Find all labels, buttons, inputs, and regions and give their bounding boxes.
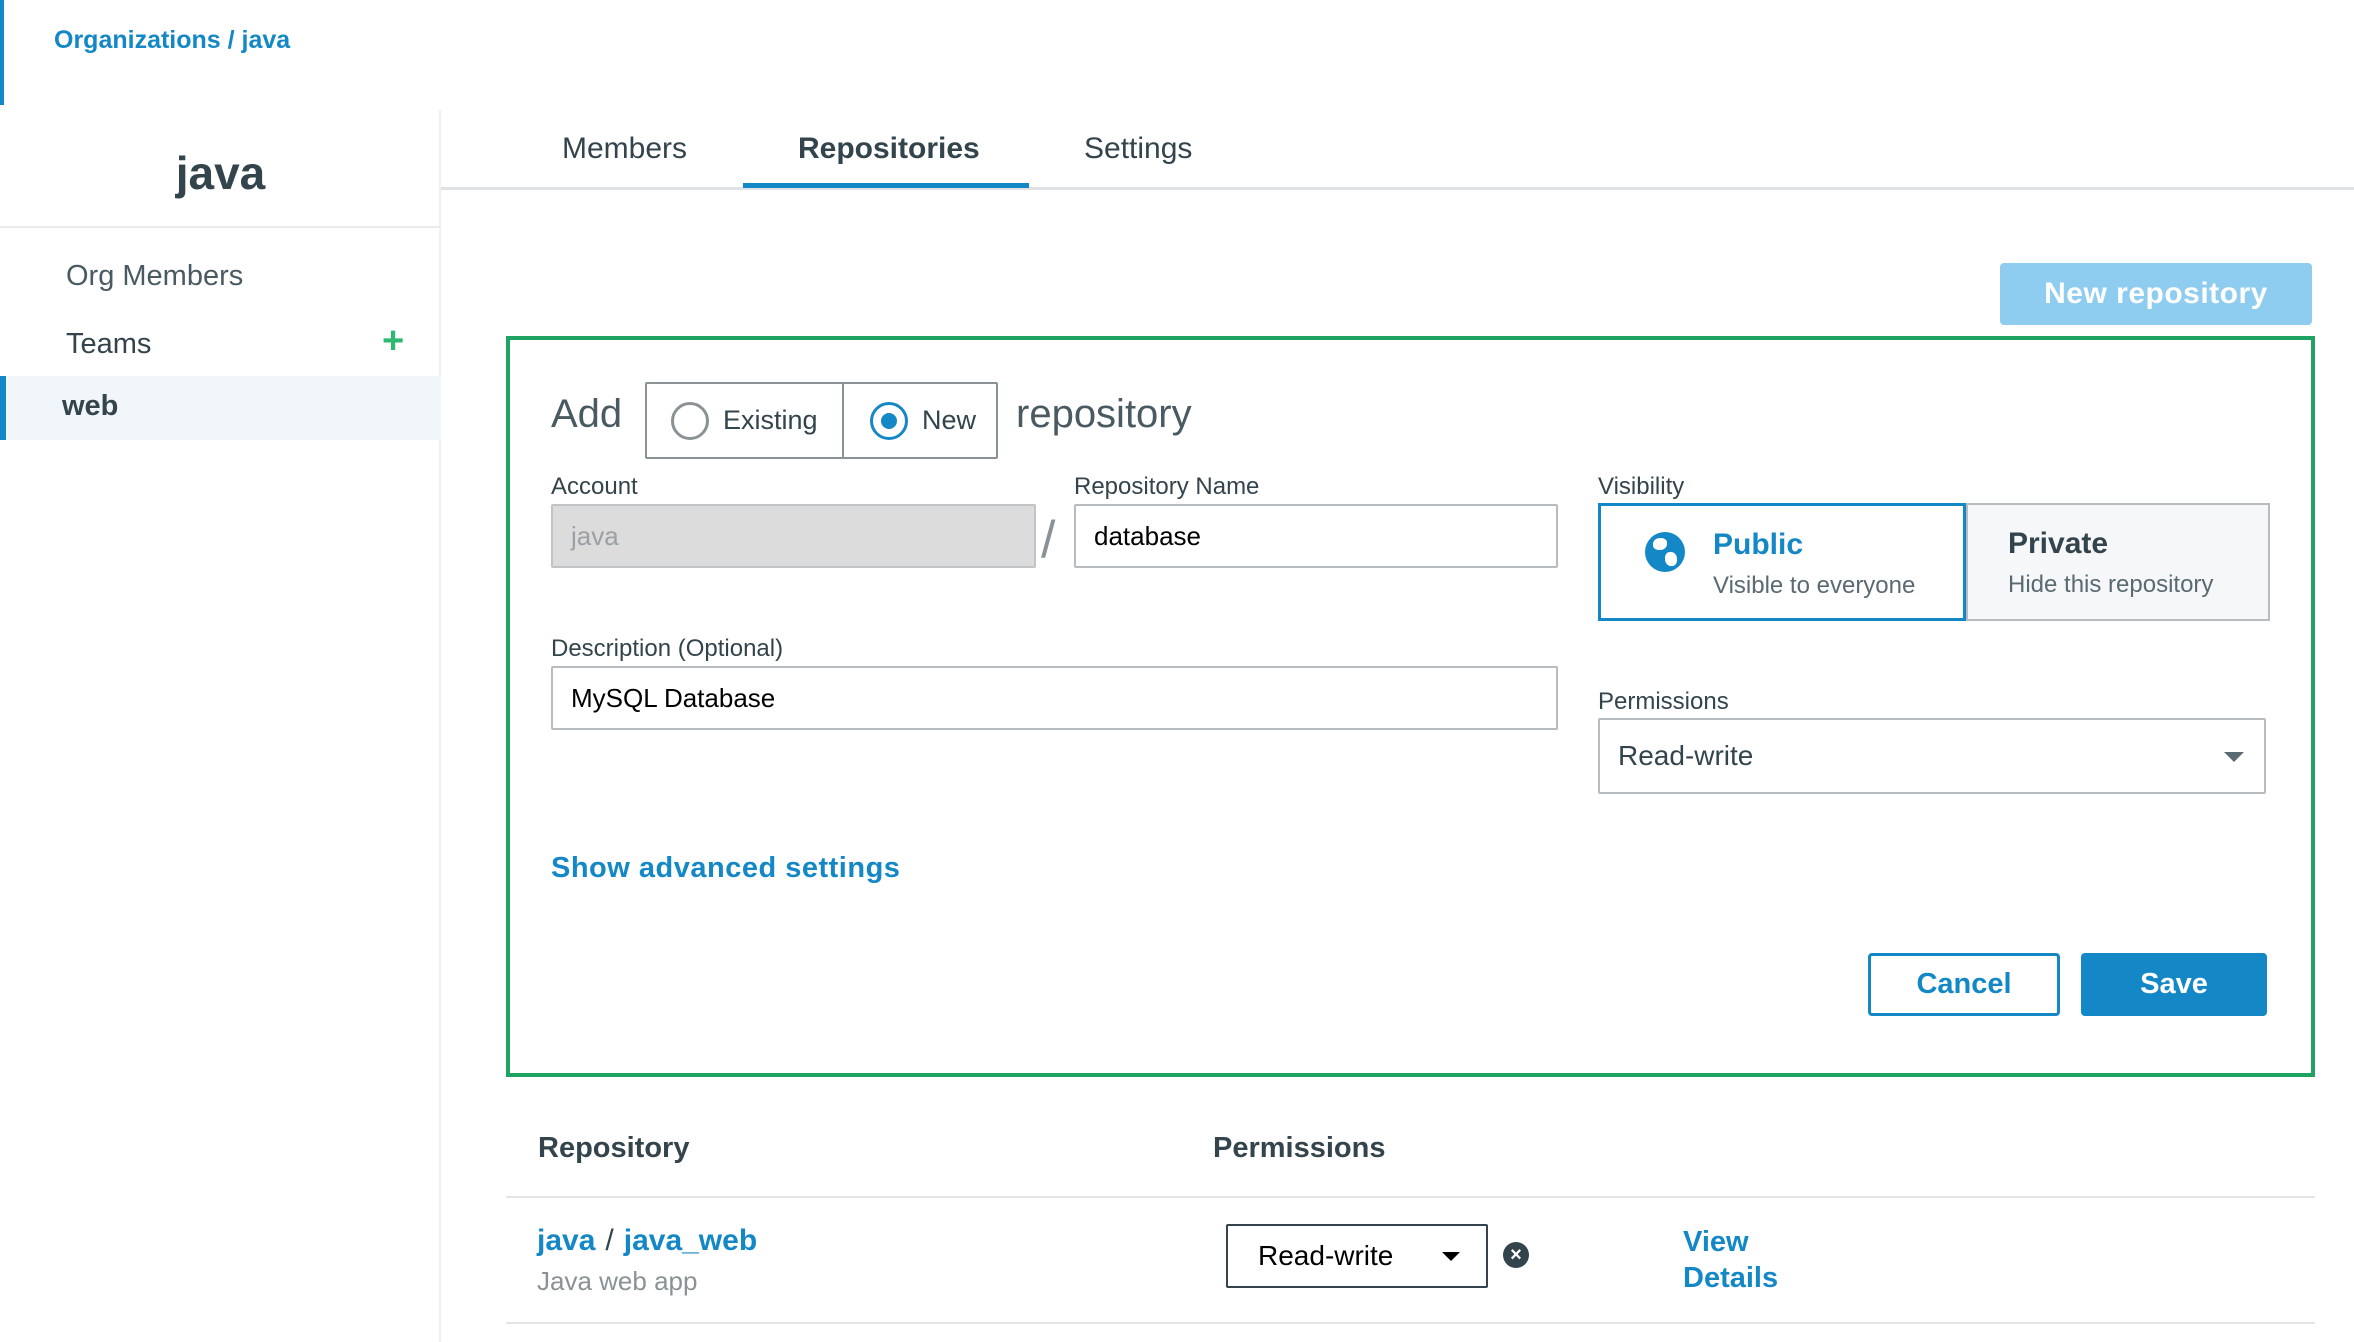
repository-name-input[interactable]: database [1074,504,1558,568]
new-radio-option[interactable]: New [870,384,976,457]
description-input[interactable]: MySQL Database [551,666,1558,730]
sidebar-item-label: web [62,390,119,422]
breadcrumb: Organizations / java [54,26,290,55]
sidebar-item-org-members[interactable]: Org Members [66,260,243,293]
column-header-repository: Repository [538,1132,690,1164]
breadcrumb-organizations-link[interactable]: Organizations [54,26,221,54]
repository-word: repository [1016,392,1192,436]
view-details-link[interactable]: View Details [1683,1224,1803,1296]
repository-separator: / [605,1224,614,1257]
visibility-public-option[interactable]: Public Visible to everyone [1598,503,1966,621]
sidebar-item-web[interactable]: web [0,376,441,440]
globe-icon [1645,532,1685,572]
tab-members[interactable]: Members [562,132,687,166]
org-title: java [175,147,266,199]
tab-repositories[interactable]: Repositories [798,132,980,166]
chevron-down-icon [2224,752,2244,762]
existing-label: Existing [723,405,818,435]
row-permissions-select[interactable]: Read-write [1226,1224,1488,1288]
segment-divider [842,384,844,457]
visibility-label: Visibility [1598,473,1685,500]
repository-mode-toggle: Existing New [645,382,998,459]
table-divider [506,1196,2315,1198]
sidebar: java Org Members Teams + web [0,110,441,1342]
row-permissions-value: Read-write [1258,1240,1394,1271]
breadcrumb-separator: / [227,26,235,54]
permissions-select[interactable]: Read-write [1598,718,2266,794]
cancel-button[interactable]: Cancel [1868,953,2060,1016]
account-label: Account [551,473,638,500]
radio-checked-icon [870,401,908,440]
visibility-private-option[interactable]: Private Hide this repository [1966,503,2270,621]
remove-icon[interactable]: × [1503,1242,1529,1268]
new-label: New [922,405,977,435]
sidebar-divider [0,226,441,228]
sidebar-item-teams[interactable]: Teams [66,328,151,361]
existing-radio-option[interactable]: Existing [671,384,818,457]
repository-name-link[interactable]: java_web [624,1224,757,1257]
repository-name-label: Repository Name [1074,473,1260,500]
show-advanced-settings-link[interactable]: Show advanced settings [551,852,900,885]
permissions-value: Read-write [1618,740,1754,771]
description-label: Description (Optional) [551,635,784,662]
add-team-plus-icon[interactable]: + [382,322,408,360]
public-subtitle: Visible to everyone [1713,572,1916,599]
repository-description: Java web app [537,1266,698,1296]
repository-namespace-link[interactable]: java [537,1224,595,1257]
account-field: java [551,504,1036,568]
table-divider [506,1322,2315,1324]
breadcrumb-current[interactable]: java [242,26,291,54]
tab-bar: Members Repositories Settings [441,110,2354,190]
account-separator: / [1041,511,1056,569]
chevron-down-icon [1442,1252,1460,1261]
private-subtitle: Hide this repository [2008,571,2214,598]
active-tab-indicator [743,183,1029,188]
radio-unchecked-icon [671,401,709,440]
tab-settings[interactable]: Settings [1084,132,1192,166]
column-header-permissions: Permissions [1213,1132,1386,1164]
new-repository-button[interactable]: New repository [2000,263,2312,325]
add-label: Add [551,392,623,436]
save-button[interactable]: Save [2081,953,2267,1016]
repository-name: java / java_web [537,1224,757,1258]
top-bar: Organizations / java [0,0,2354,105]
private-title: Private [2008,527,2109,560]
permissions-label: Permissions [1598,688,1729,715]
public-title: Public [1713,528,1804,561]
